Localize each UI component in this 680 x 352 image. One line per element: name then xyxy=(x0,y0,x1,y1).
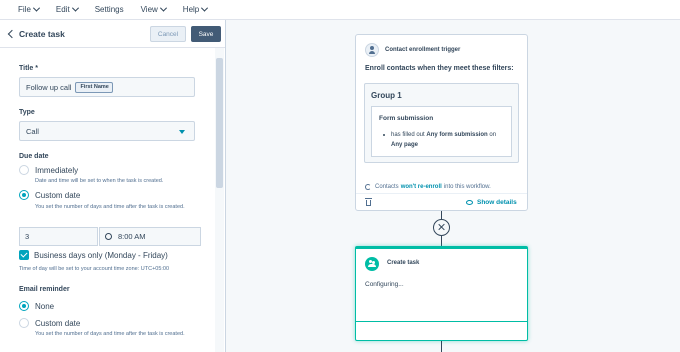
due-custom-option[interactable]: Custom date xyxy=(19,190,80,200)
due-immediately-help: Date and time will be set to when the ta… xyxy=(35,178,164,184)
timezone-help: Time of day will be set to your account … xyxy=(19,266,170,272)
filter-group: Group 1 Form submission has filled out A… xyxy=(364,83,519,163)
show-details-button[interactable]: Show details xyxy=(466,199,517,206)
trigger-card-header: Contact enrollment trigger xyxy=(356,35,527,57)
menu-help[interactable]: Help xyxy=(182,4,209,14)
menu-file[interactable]: File xyxy=(18,4,40,14)
type-select[interactable]: Call xyxy=(19,121,195,141)
menu-view-label: View xyxy=(140,5,158,14)
chevron-down-icon xyxy=(159,4,167,12)
filter-text: has filled out Any form submission on An… xyxy=(384,130,504,150)
panel-header: Create task Cancel Save xyxy=(0,20,225,48)
due-date-label: Due date xyxy=(19,153,49,160)
checkbox-checked[interactable] xyxy=(19,250,29,260)
panel-title: Create task xyxy=(19,28,65,39)
token-label: First Name xyxy=(80,84,109,90)
task-icon xyxy=(365,257,379,271)
menu-help-label: Help xyxy=(182,5,200,14)
connector-line xyxy=(441,341,442,352)
reminder-none-option[interactable]: None xyxy=(19,301,54,311)
panel-scrollbar[interactable] xyxy=(215,48,224,352)
due-custom-label: Custom date xyxy=(35,190,81,200)
days-input[interactable]: 3 xyxy=(19,227,98,246)
reenroll-note: Contacts won't re-enroll into this workf… xyxy=(365,184,491,190)
filter-page: Any page xyxy=(391,142,419,148)
due-immediately-option[interactable]: Immediately xyxy=(19,165,78,175)
reminder-custom-option[interactable]: Custom date xyxy=(19,318,80,328)
eye-icon xyxy=(466,200,473,205)
reenroll-suffix: into this workflow. xyxy=(443,184,491,190)
type-label: Type xyxy=(19,109,35,116)
scroll-thumb[interactable] xyxy=(216,58,223,188)
menu-file-label: File xyxy=(18,5,31,14)
menu-bar: File Edit Settings View Help xyxy=(0,0,680,20)
action-title: Create task xyxy=(387,260,420,266)
show-details-label: Show details xyxy=(477,199,517,206)
title-input[interactable]: Follow up call First Name xyxy=(19,77,195,97)
enroll-text: Enroll contacts when they meet these fil… xyxy=(365,65,514,72)
title-input-value: Follow up call xyxy=(26,82,72,92)
trigger-card-footer: Show details xyxy=(356,193,527,210)
menu-settings[interactable]: Settings xyxy=(95,5,124,14)
radio-checked[interactable] xyxy=(19,301,29,311)
enrollment-trigger-card[interactable]: Contact enrollment trigger Enroll contac… xyxy=(355,34,528,211)
bullet xyxy=(383,134,385,136)
menu-settings-label: Settings xyxy=(94,5,124,14)
group-title: Group 1 xyxy=(371,91,402,100)
due-immediately-label: Immediately xyxy=(35,165,79,175)
radio-unchecked[interactable] xyxy=(19,318,29,328)
filter-on: on xyxy=(489,132,497,138)
create-task-panel: Create task Cancel Save Title * Follow u… xyxy=(0,20,226,352)
reenroll-prefix: Contacts xyxy=(375,184,399,190)
contact-icon xyxy=(365,43,379,57)
reminder-custom-help: You set the number of days and time afte… xyxy=(35,331,185,337)
email-reminder-label: Email reminder xyxy=(19,286,70,293)
menu-view[interactable]: View xyxy=(140,4,167,14)
menu-edit[interactable]: Edit xyxy=(55,4,79,14)
personalization-token[interactable]: First Name xyxy=(75,81,113,93)
connector-line xyxy=(441,211,442,219)
cancel-button[interactable]: Cancel xyxy=(150,26,186,42)
save-button[interactable]: Save xyxy=(191,26,221,42)
trigger-title: Contact enrollment trigger xyxy=(385,47,461,53)
chevron-down-icon xyxy=(32,4,40,12)
clock-icon xyxy=(105,233,112,240)
time-value: 8:00 AM xyxy=(118,232,146,241)
filter-box: Form submission has filled out Any form … xyxy=(371,106,512,157)
close-icon[interactable] xyxy=(433,219,450,236)
connector-line xyxy=(441,236,442,246)
title-label: Title * xyxy=(19,65,38,72)
chevron-down-icon xyxy=(201,4,209,12)
filter-description: has filled out Any form submission on An… xyxy=(383,130,504,150)
trash-icon[interactable] xyxy=(365,198,372,206)
workflow-canvas[interactable]: Contact enrollment trigger Enroll contac… xyxy=(227,20,680,352)
refresh-icon xyxy=(365,184,371,190)
create-task-action-card[interactable]: Create task Configuring... xyxy=(355,246,528,341)
business-days-label: Business days only (Monday - Friday) xyxy=(34,250,168,260)
due-custom-help: You set the number of days and time afte… xyxy=(35,204,185,210)
reminder-none-label: None xyxy=(35,301,55,311)
action-status: Configuring... xyxy=(365,281,404,288)
reenroll-link[interactable]: won't re-enroll xyxy=(401,184,442,190)
filter-title: Form submission xyxy=(379,115,434,122)
chevron-down-icon xyxy=(71,4,79,12)
filter-prefix: has filled out xyxy=(391,132,425,138)
menu-edit-label: Edit xyxy=(55,5,70,14)
radio-checked[interactable] xyxy=(19,190,29,200)
chevron-left-icon[interactable] xyxy=(7,29,17,38)
time-input[interactable]: 8:00 AM xyxy=(99,227,201,246)
type-select-value: Call xyxy=(26,126,39,136)
business-days-option[interactable]: Business days only (Monday - Friday) xyxy=(19,250,168,260)
radio-unchecked[interactable] xyxy=(19,165,29,175)
reminder-custom-label: Custom date xyxy=(35,318,81,328)
filter-form: Any form submission xyxy=(426,132,488,138)
action-card-divider xyxy=(356,321,527,322)
dropdown-caret-icon xyxy=(179,130,185,134)
